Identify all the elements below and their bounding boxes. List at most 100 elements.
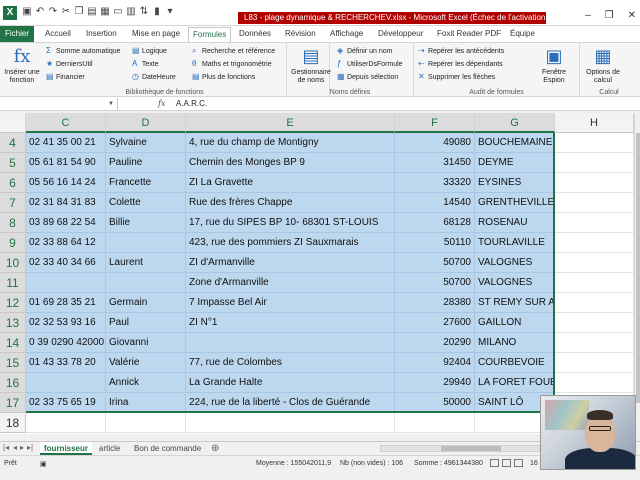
cell-f[interactable]: 92404 [395,353,475,373]
cell-d[interactable]: Irina [106,393,186,413]
cell-d[interactable] [106,273,186,293]
name-box[interactable]: ▼ [0,98,118,110]
sheet-tab-bon-de-commande[interactable]: Bon de commande [130,442,205,455]
column-header-e[interactable]: E [186,113,395,133]
cell-g[interactable]: DEYME [475,153,555,173]
cell-f[interactable]: 29940 [395,373,475,393]
cell-g[interactable]: VALOGNES [475,253,555,273]
close-button[interactable]: ✕ [628,10,636,21]
cell-g[interactable]: MILANO [475,333,555,353]
calculation-options-button[interactable]: ▦ Options de calcul [584,47,622,85]
cell-g[interactable]: GRENTHEVILLE [475,193,555,213]
cell-f[interactable]: 31450 [395,153,475,173]
math-trig-button[interactable]: θ Maths et trigonométrie [192,59,272,70]
tab-donnees[interactable]: Données [239,28,271,40]
cell-c[interactable]: 02 31 84 31 83 [26,193,106,213]
trace-precedents-button[interactable]: ⇢ Repérer les antécédents [418,46,504,57]
trace-dependents-button[interactable]: ⇠ Repérer les dépendants [418,59,503,70]
cell-e[interactable] [186,333,395,353]
tab-developpeur[interactable]: Développeur [378,28,423,40]
undo-icon[interactable]: ↶ [35,6,45,18]
hscroll-thumb[interactable] [441,446,501,451]
watch-window-button[interactable]: ▣ Fenêtre Espion [534,47,574,85]
cell-f[interactable]: 14540 [395,193,475,213]
cell-g[interactable]: EYSINES [475,173,555,193]
print-icon[interactable]: ▥ [126,6,136,18]
cell-d[interactable]: Colette [106,193,186,213]
tab-formules[interactable]: Formules [188,27,232,42]
cell-e[interactable]: Chemin des Monges BP 9 [186,153,395,173]
cell-h[interactable] [555,153,634,173]
cell-g[interactable]: BOUCHEMAINE [475,133,555,153]
cell-h[interactable] [555,293,634,313]
chart-icon[interactable]: ▮ [152,6,162,18]
cell-d[interactable]: Germain [106,293,186,313]
row-header[interactable]: 7 [0,193,26,213]
autosum-button[interactable]: Σ Somme automatique [46,46,121,57]
paste-icon[interactable]: ▤ [87,6,97,18]
open-icon[interactable]: ▭ [113,6,123,18]
row-header[interactable]: 9 [0,233,26,253]
row-header[interactable]: 12 [0,293,26,313]
datetime-button[interactable]: ◷ DateHeure [132,72,176,83]
cell-h[interactable] [555,173,634,193]
create-from-selection-button[interactable]: ▦ Depuis sélection [337,72,398,83]
cell-f[interactable]: 28380 [395,293,475,313]
cell-e[interactable]: ZI La Gravette [186,173,395,193]
financial-button[interactable]: ▤ Financier [46,72,85,83]
cell-f[interactable]: 27600 [395,313,475,333]
cell-e[interactable]: Rue des frères Chappe [186,193,395,213]
cell-d[interactable]: Valérie [106,353,186,373]
cell-f[interactable]: 68128 [395,213,475,233]
cell-c[interactable] [26,413,106,433]
cell-e[interactable]: 7 Impasse Bel Air [186,293,395,313]
add-sheet-icon[interactable]: ⊕ [211,442,219,455]
row-header[interactable]: 16 [0,373,26,393]
vertical-scrollbar[interactable] [634,113,640,434]
cell-e[interactable]: La Grande Halte [186,373,395,393]
cell-c[interactable]: 05 56 16 14 24 [26,173,106,193]
cell-e[interactable]: Zone d'Armanville [186,273,395,293]
sheet-tab-article[interactable]: article [95,442,124,455]
cell-g[interactable]: GAILLON [475,313,555,333]
cell-g[interactable]: COURBEVOIE [475,353,555,373]
redo-icon[interactable]: ↷ [48,6,58,18]
cell-h[interactable] [555,193,634,213]
cell-c[interactable]: 02 32 53 93 16 [26,313,106,333]
cell-e[interactable]: 4, rue du champ de Montigny [186,133,395,153]
cell-c[interactable] [26,273,106,293]
cell-h[interactable] [555,253,634,273]
cell-e[interactable]: 77, rue de Colombes [186,353,395,373]
minimize-button[interactable]: – [585,10,591,21]
cell-h[interactable] [555,313,634,333]
cell-h[interactable] [555,213,634,233]
cell-c[interactable]: 01 69 28 35 21 [26,293,106,313]
cell-c[interactable]: 02 33 88 64 12 [26,233,106,253]
row-header[interactable]: 18 [0,413,26,433]
cell-h[interactable] [555,333,634,353]
cell-g[interactable]: LA FORET FOUESNANT [475,373,591,393]
cell-g[interactable]: ST REMY SUR AVRE [475,293,575,313]
row-header[interactable]: 10 [0,253,26,273]
sort-icon[interactable]: ⇅ [139,6,149,18]
cell-d[interactable]: Billie [106,213,186,233]
cell-d[interactable]: Paul [106,313,186,333]
row-header[interactable]: 6 [0,173,26,193]
cell-e[interactable]: 224, rue de la liberté - Clos de Guérand… [186,393,395,413]
cell-f[interactable]: 49080 [395,133,475,153]
customize-qat-icon[interactable]: ▾ [165,6,175,18]
insert-function-button[interactable]: fx Insérer une fonction [2,47,42,85]
column-header-h[interactable]: H [555,113,634,133]
fx-icon[interactable]: fx [158,98,165,110]
page-break-view-icon[interactable] [514,459,523,467]
column-header-g[interactable]: G [475,113,555,133]
tab-equipe[interactable]: Équipe [510,28,535,40]
formula-input[interactable]: A.A.R.C. [176,98,207,110]
tab-mise-en-page[interactable]: Mise en page [132,28,180,40]
define-name-button[interactable]: ◈ Définir un nom [337,46,392,57]
cell-d[interactable]: Francette [106,173,186,193]
cell-h[interactable] [555,133,634,153]
cell-f[interactable]: 50700 [395,253,475,273]
cell-d[interactable]: Laurent [106,253,186,273]
cell-c[interactable]: 03 89 68 22 54 [26,213,106,233]
